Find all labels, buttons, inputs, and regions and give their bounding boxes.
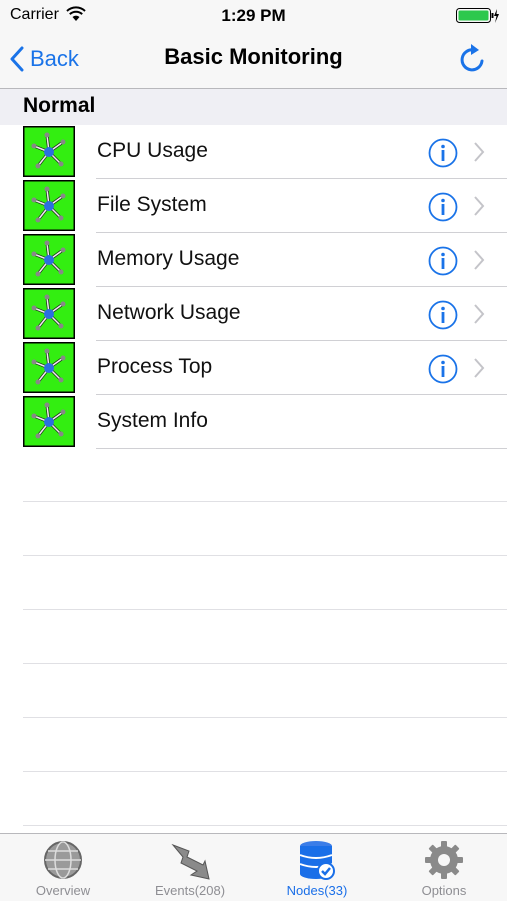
list-item-label: Memory Usage: [97, 247, 240, 270]
node-status-icon: [23, 342, 75, 393]
tab-options[interactable]: Options: [381, 834, 507, 901]
lightning-icon: [171, 843, 210, 880]
info-icon[interactable]: [428, 246, 458, 276]
list-separator: [23, 609, 507, 610]
list-separator: [23, 555, 507, 556]
list-separator: [23, 771, 507, 772]
nodes-icon: [299, 841, 335, 880]
navigation-bar: Back Basic Monitoring: [0, 30, 507, 89]
gear-icon: [425, 841, 463, 879]
node-status-icon: [23, 180, 75, 231]
refresh-icon[interactable]: [456, 42, 490, 76]
tab-overview-label: Overview: [35, 883, 91, 898]
list-item[interactable]: CPU Usage: [0, 125, 507, 179]
battery-icon: [456, 8, 499, 23]
node-status-icon: [23, 234, 75, 285]
list-separator: [23, 501, 507, 502]
node-status-icon: [23, 288, 75, 339]
list-item[interactable]: Network Usage: [0, 287, 507, 341]
info-icon[interactable]: [428, 192, 458, 222]
monitor-list: CPU Usage File System Memory Usage Network …: [0, 125, 507, 449]
list-item[interactable]: Memory Usage: [0, 233, 507, 287]
tab-options-label: Options: [421, 883, 467, 898]
list-item[interactable]: System Info: [0, 395, 507, 449]
list-item-label: File System: [97, 193, 207, 216]
list-item[interactable]: Process Top: [0, 341, 507, 395]
list-item-label: Network Usage: [97, 301, 241, 324]
list-item-label: System Info: [97, 409, 208, 432]
chevron-right-icon: [474, 304, 485, 324]
globe-icon: [44, 841, 82, 879]
list-item-label: CPU Usage: [97, 139, 208, 162]
chevron-right-icon: [474, 250, 485, 270]
tab-events[interactable]: Events(208): [127, 834, 253, 901]
section-title: Normal: [23, 94, 96, 117]
list-separator: [23, 825, 507, 826]
chevron-right-icon: [474, 196, 485, 216]
list-separator: [23, 717, 507, 718]
status-bar: Carrier 1:29 PM: [0, 0, 507, 30]
tab-events-label: Events(208): [154, 883, 226, 898]
info-icon[interactable]: [428, 354, 458, 384]
info-icon[interactable]: [428, 138, 458, 168]
list-item-label: Process Top: [97, 355, 213, 378]
tab-bar: Overview Events(208) Nodes(33) Options: [0, 833, 507, 901]
list-item[interactable]: File System: [0, 179, 507, 233]
tab-nodes-label: Nodes(33): [286, 883, 348, 898]
node-status-icon: [23, 396, 75, 447]
info-icon[interactable]: [428, 300, 458, 330]
row-separator: [96, 448, 507, 449]
node-status-icon: [23, 126, 75, 177]
chevron-right-icon: [474, 142, 485, 162]
tab-nodes[interactable]: Nodes(33): [254, 834, 380, 901]
tab-overview[interactable]: Overview: [0, 834, 126, 901]
status-time: 1:29 PM: [221, 6, 286, 25]
section-header: Normal: [0, 89, 507, 125]
chevron-right-icon: [474, 358, 485, 378]
page-title: Basic Monitoring: [164, 44, 343, 69]
list-separator: [23, 663, 507, 664]
